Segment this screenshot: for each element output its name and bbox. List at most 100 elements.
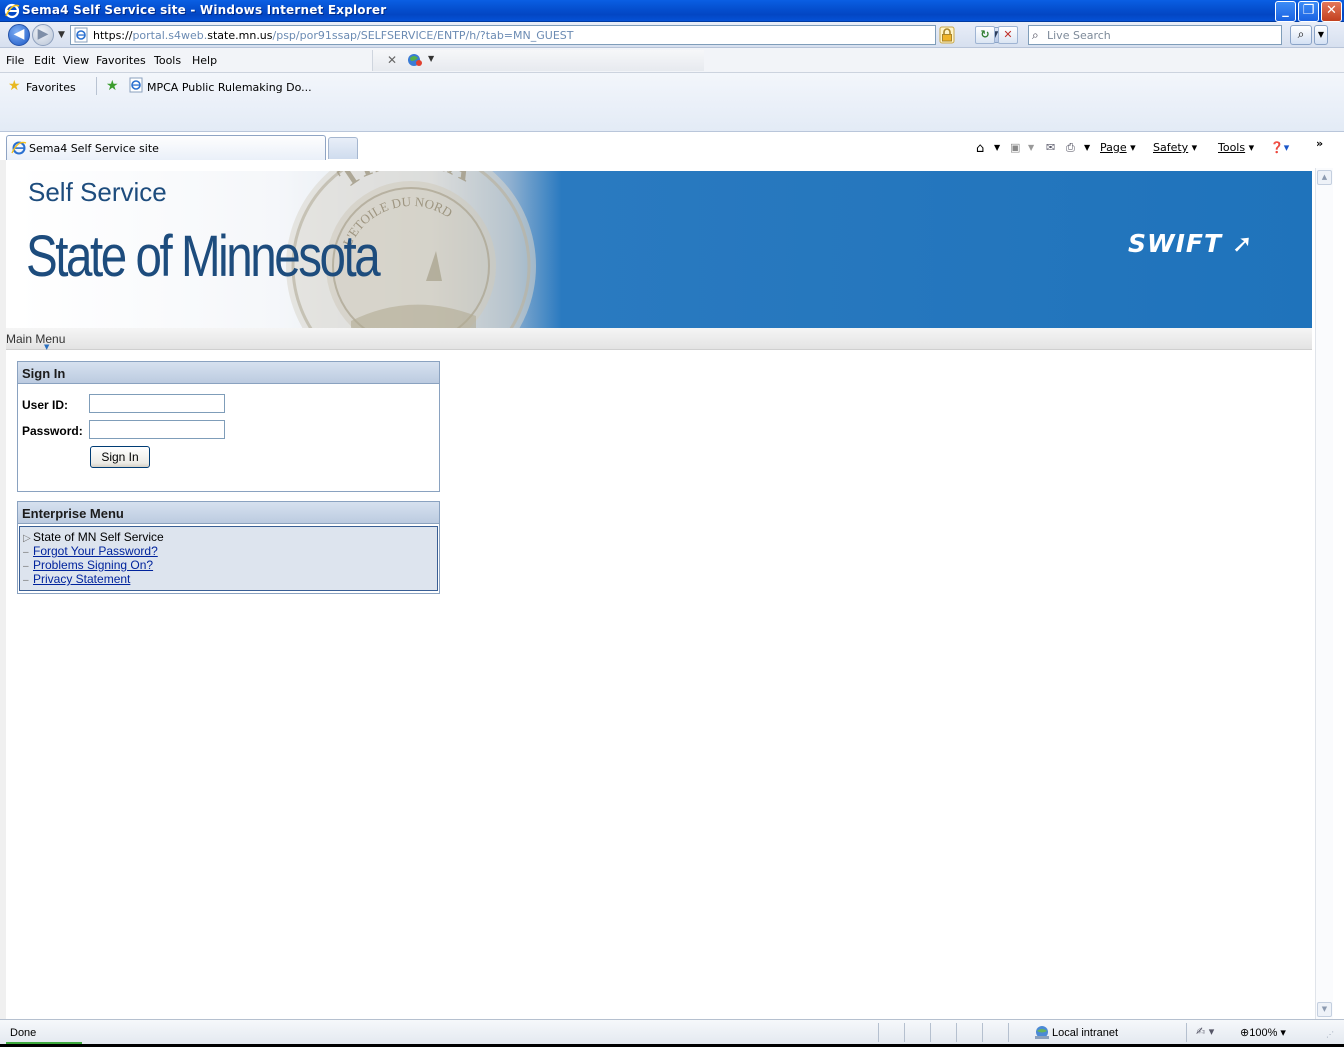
forgot-password-link[interactable]: Forgot Your Password? [33, 544, 158, 558]
new-tab-button[interactable] [328, 137, 358, 159]
forward-button[interactable]: ▶ [32, 24, 54, 46]
window-title: Sema4 Self Service site - Windows Intern… [22, 3, 387, 17]
privacy-statement-link[interactable]: Privacy Statement [33, 572, 130, 586]
window-bottom-border [0, 1044, 1344, 1061]
back-button[interactable]: ◀ [8, 24, 30, 46]
banner-subtitle: Self Service [28, 177, 167, 207]
minimize-button[interactable]: _ [1275, 1, 1296, 22]
close-toolbar-icon[interactable]: ✕ [387, 53, 397, 67]
separator [904, 1023, 905, 1042]
menu-favorites[interactable]: Favorites [96, 54, 146, 67]
enterprise-menu-heading: Enterprise Menu [18, 502, 439, 524]
favorites-star-icon[interactable]: ★ [8, 78, 21, 94]
folder-expand-icon[interactable]: ▷ [23, 533, 33, 544]
addon-icon[interactable] [407, 52, 423, 68]
add-favorite-icon[interactable]: ★ [106, 78, 119, 94]
page-menu-label: Page [1100, 141, 1127, 154]
scroll-up-icon[interactable]: ▲ [1317, 170, 1332, 185]
main-menu-button[interactable]: Main Menu [6, 332, 65, 346]
sign-in-heading: Sign In [18, 362, 439, 384]
separator [982, 1023, 983, 1042]
password-label: Password: [22, 424, 83, 438]
menu-tools[interactable]: Tools [154, 54, 181, 67]
search-options-dropdown-icon[interactable]: ▼ [1314, 25, 1328, 45]
url-host-domain: state.mn.us [207, 29, 273, 42]
chevron-more-icon[interactable]: » [1316, 137, 1323, 150]
security-zone-label: Local intranet [1052, 1027, 1119, 1039]
site-banner: THE STA L'ETOILE DU NORD Self Service St… [18, 171, 1312, 328]
tree-branch-icon: – [23, 575, 29, 586]
list-item: – Forgot Your Password? [23, 544, 158, 558]
safety-menu-label: Safety [1153, 141, 1189, 154]
menu-help[interactable]: Help [192, 54, 217, 67]
url-path: /psp/por91ssap/SELFSERVICE/ENTP/h/?tab=M… [272, 29, 574, 42]
tools-menu-label: Tools [1218, 141, 1246, 154]
favorites-bar: ★ Favorites ★ MPCA Public Rulemaking Do.… [0, 73, 1344, 132]
sign-in-button[interactable]: Sign In [90, 446, 150, 468]
user-id-field[interactable] [89, 394, 225, 413]
password-field[interactable] [89, 420, 225, 439]
main-menu-bar: Main Menu ▼ [6, 328, 1312, 351]
safety-menu-button[interactable]: Safety ▾ [1153, 141, 1197, 154]
page-icon [129, 77, 143, 93]
separator [878, 1023, 879, 1042]
favorites-button[interactable]: Favorites [26, 81, 76, 94]
print-icon[interactable]: ⎙ [1066, 141, 1075, 155]
mail-icon[interactable]: ✉ [1046, 141, 1055, 154]
feeds-dropdown-icon[interactable]: ▼ [1028, 143, 1034, 152]
lock-icon[interactable] [938, 26, 956, 44]
tools-menu-button[interactable]: Tools ▾ [1218, 141, 1254, 154]
ie-logo-icon [4, 3, 20, 19]
help-icon[interactable]: ❓▾ [1270, 141, 1289, 154]
refresh-icon[interactable]: ↻ [975, 26, 995, 44]
command-bar: ⌂ ▼ ▣ ▼ ✉ ⎙ ▼ Page ▾ Safety ▾ Tools ▾ ❓▾… [970, 137, 1344, 159]
enterprise-menu-pagelet: Enterprise Menu ▷ State of MN Self Servic… [17, 501, 440, 594]
banner-title: State of Minnesota [26, 224, 381, 289]
print-dropdown-icon[interactable]: ▼ [1084, 143, 1090, 152]
search-icon: ⌕ [1032, 28, 1039, 42]
separator [1186, 1023, 1187, 1042]
protected-mode-icon[interactable]: ✍ ▾ [1196, 1025, 1214, 1038]
swift-logo-text: SWIFT [1128, 229, 1223, 258]
vertical-scrollbar[interactable]: ▲ ▼ [1315, 168, 1333, 1019]
url-text: https://portal.s4web.state.mn.us/psp/por… [93, 29, 573, 42]
zoom-level-button[interactable]: ⊕100% ▾ [1240, 1026, 1286, 1039]
addon-dropdown-icon[interactable]: ▼ [428, 54, 434, 63]
status-text: Done [10, 1027, 37, 1039]
separator [96, 77, 97, 95]
recent-pages-dropdown-icon[interactable]: ▼ [58, 30, 65, 40]
address-bar[interactable]: https://portal.s4web.state.mn.us/psp/por… [70, 25, 1003, 45]
resize-grip-icon[interactable]: ⋰ [1326, 1030, 1334, 1039]
close-button[interactable]: ✕ [1321, 1, 1342, 22]
tab-label: Sema4 Self Service site [29, 142, 159, 155]
tree-branch-icon: – [23, 547, 29, 558]
sign-in-pagelet: Sign In User ID: Password: Sign In [17, 361, 440, 492]
stop-icon[interactable]: ✕ [998, 26, 1018, 44]
menu-edit[interactable]: Edit [34, 54, 55, 67]
search-placeholder: Live Search [1047, 29, 1111, 42]
ie-tab-icon [11, 141, 27, 155]
menu-view[interactable]: View [63, 54, 89, 67]
page-menu-button[interactable]: Page ▾ [1100, 141, 1136, 154]
tab-sema4-self-service[interactable]: Sema4 Self Service site [6, 135, 326, 160]
problems-signing-on-link[interactable]: Problems Signing On? [33, 558, 153, 572]
search-button[interactable]: ⌕ [1290, 25, 1312, 45]
separator [1008, 1023, 1009, 1042]
tree-folder[interactable]: ▷ State of MN Self Service [23, 530, 164, 544]
feeds-icon[interactable]: ▣ [1010, 141, 1020, 154]
scroll-down-icon[interactable]: ▼ [1317, 1002, 1332, 1017]
intranet-zone-icon [1035, 1026, 1049, 1039]
restore-button[interactable]: ❐ [1298, 1, 1319, 22]
search-input[interactable]: ⌕ Live Search [1028, 25, 1282, 45]
user-id-label: User ID: [22, 398, 69, 412]
home-dropdown-icon[interactable]: ▼ [994, 143, 1000, 152]
favorite-link-mpca[interactable]: MPCA Public Rulemaking Do... [147, 81, 312, 94]
window-titlebar: Sema4 Self Service site - Windows Intern… [0, 0, 1344, 22]
home-icon[interactable]: ⌂ [976, 141, 984, 156]
list-item: – Problems Signing On? [23, 558, 153, 572]
folder-label: State of MN Self Service [33, 530, 164, 544]
separator [956, 1023, 957, 1042]
page-icon [74, 27, 88, 43]
menu-file[interactable]: File [6, 54, 24, 67]
chevron-down-icon: ▼ [44, 343, 50, 351]
